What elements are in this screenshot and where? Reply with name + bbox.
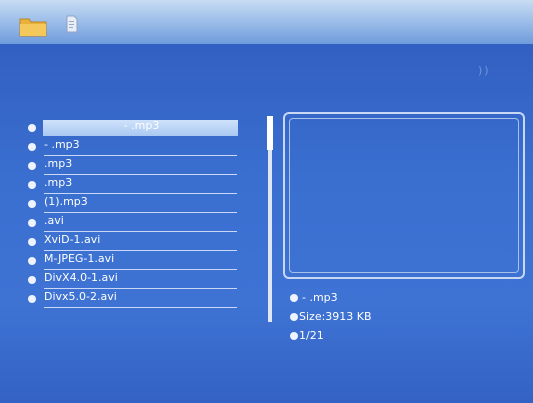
list-item[interactable]: - .mp3 bbox=[24, 118, 244, 137]
file-name: Divx5.0-2.avi bbox=[44, 290, 117, 303]
bullet-icon bbox=[28, 276, 36, 284]
file-name: - .mp3 bbox=[123, 119, 160, 132]
preview-pane bbox=[283, 112, 525, 279]
file-name: .mp3 bbox=[44, 157, 73, 170]
list-item[interactable]: Divx5.0-2.avi bbox=[24, 289, 244, 308]
list-item[interactable]: .avi bbox=[24, 213, 244, 232]
bullet-icon bbox=[28, 124, 36, 132]
top-toolbar bbox=[0, 0, 533, 44]
file-name: - .mp3 bbox=[44, 138, 80, 151]
row-divider bbox=[44, 307, 237, 308]
info-index-row: 1/21 bbox=[288, 328, 508, 344]
info-name-row: - .mp3 bbox=[288, 290, 508, 306]
bullet-icon bbox=[290, 294, 298, 302]
bullet-icon bbox=[28, 181, 36, 189]
scrollbar-thumb[interactable] bbox=[267, 116, 273, 150]
list-item[interactable]: .mp3 bbox=[24, 175, 244, 194]
file-name: .avi bbox=[44, 214, 64, 227]
list-item[interactable]: XviD-1.avi bbox=[24, 232, 244, 251]
list-item[interactable]: (1).mp3 bbox=[24, 194, 244, 213]
preview-inner-frame bbox=[289, 118, 519, 273]
bullet-icon bbox=[28, 295, 36, 303]
bullet-icon bbox=[28, 219, 36, 227]
bullet-icon bbox=[290, 313, 298, 321]
bullet-icon bbox=[28, 238, 36, 246]
list-item[interactable]: M-JPEG-1.avi bbox=[24, 251, 244, 270]
file-name: (1).mp3 bbox=[44, 195, 88, 208]
file-icon[interactable] bbox=[66, 15, 78, 33]
list-item[interactable]: .mp3 bbox=[24, 156, 244, 175]
file-name: .mp3 bbox=[44, 176, 73, 189]
info-file-index: 1/21 bbox=[299, 329, 324, 342]
bullet-icon bbox=[290, 332, 298, 340]
bullet-icon bbox=[28, 162, 36, 170]
bullet-icon bbox=[28, 200, 36, 208]
bullet-icon bbox=[28, 143, 36, 151]
file-name: M-JPEG-1.avi bbox=[44, 252, 115, 265]
corner-mark: )) bbox=[478, 64, 491, 77]
folder-icon[interactable] bbox=[19, 15, 47, 37]
bullet-icon bbox=[28, 257, 36, 265]
info-file-size: Size:3913 KB bbox=[299, 310, 372, 323]
file-name: XviD-1.avi bbox=[44, 233, 101, 246]
info-file-name: - .mp3 bbox=[302, 291, 338, 304]
list-item[interactable]: - .mp3 bbox=[24, 137, 244, 156]
info-size-row: Size:3913 KB bbox=[288, 309, 508, 325]
list-item[interactable]: DivX4.0-1.avi bbox=[24, 270, 244, 289]
file-name: DivX4.0-1.avi bbox=[44, 271, 118, 284]
